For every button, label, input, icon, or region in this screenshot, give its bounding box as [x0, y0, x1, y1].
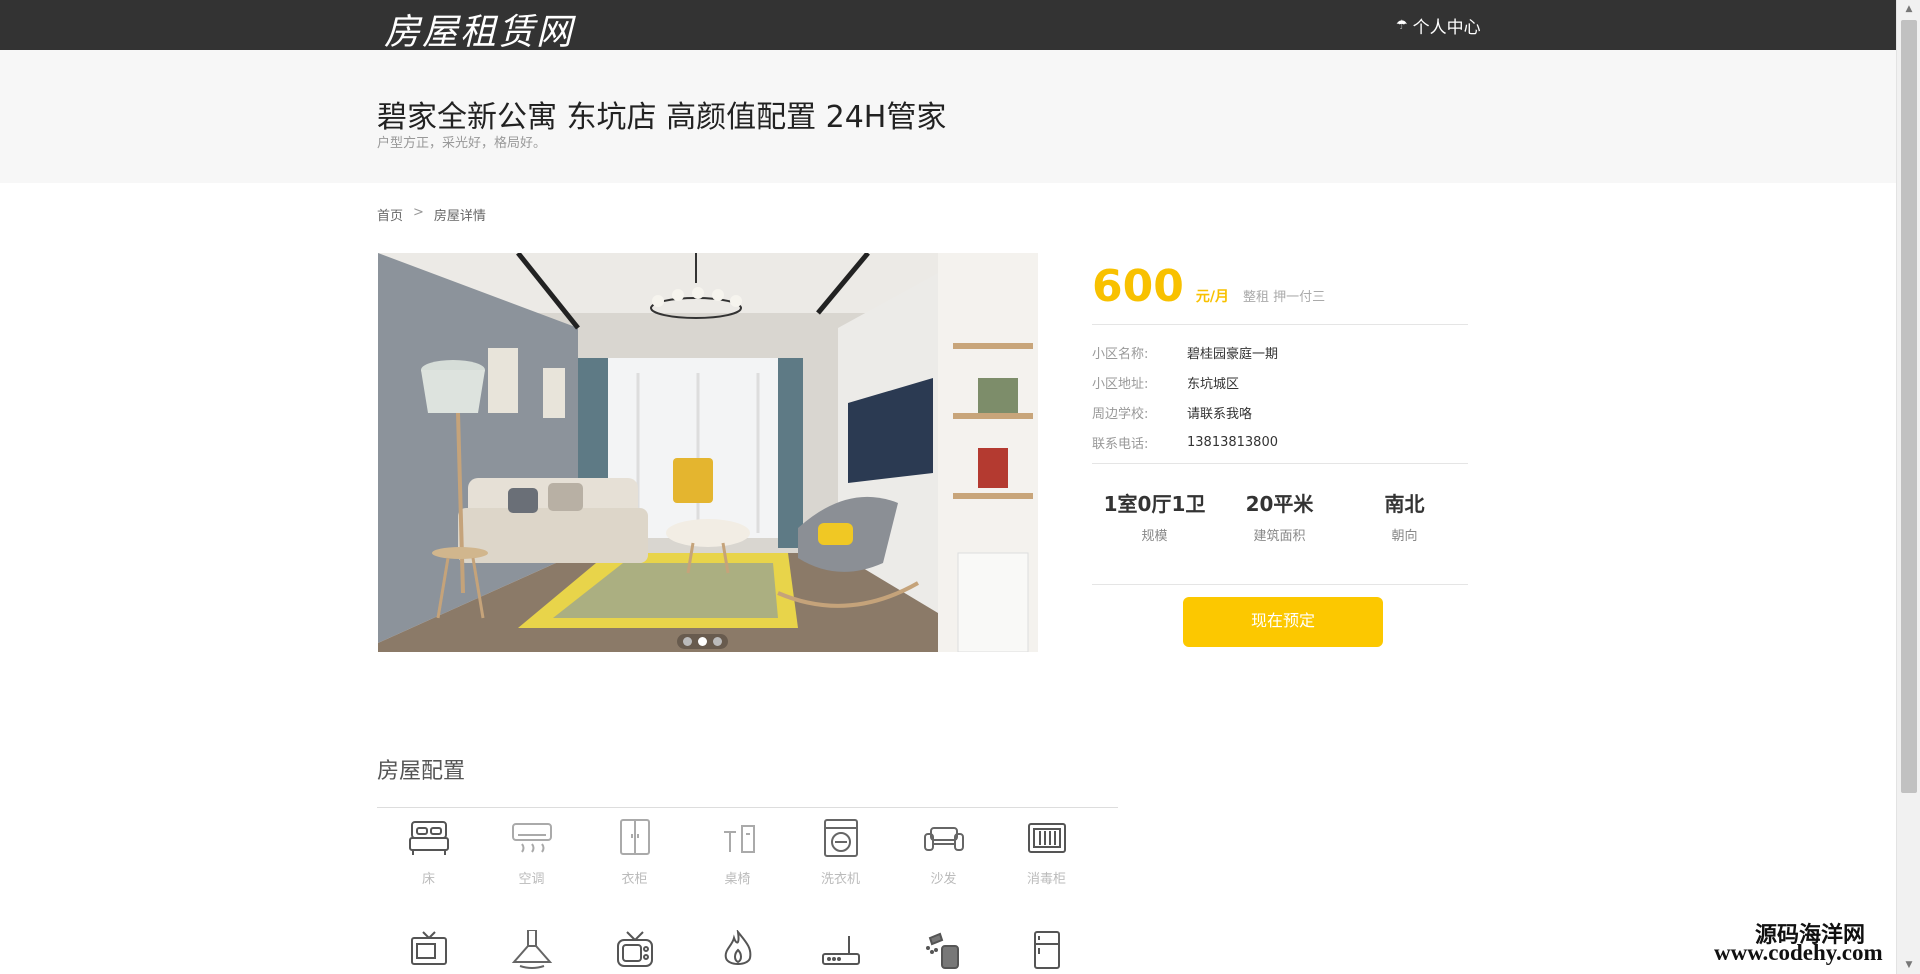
top-navbar: 房屋租赁网 ☂ 个人中心	[0, 0, 1896, 53]
umbrella-icon: ☂	[1396, 18, 1408, 33]
fridge-icon	[1033, 931, 1060, 969]
user-center-label[interactable]: 个人中心	[1413, 13, 1481, 38]
amenity-item: 空调	[480, 818, 583, 887]
amenity-item	[377, 930, 480, 970]
title-band	[0, 50, 1896, 183]
amenity-item	[480, 930, 583, 970]
air-conditioner-icon	[511, 823, 552, 853]
tv-icon	[410, 931, 447, 965]
water-heater-icon	[925, 932, 959, 969]
breadcrumb-separator: >	[413, 205, 424, 220]
listing-detail-panel: 600 元/月 整租 押一付三 小区名称: 碧桂园豪庭一期 小区地址: 东坑城区…	[1092, 253, 1468, 647]
amenity-item: 洗衣机	[789, 818, 892, 887]
gas-fire-icon	[724, 930, 751, 965]
amenity-label: 消毒柜	[1026, 872, 1066, 887]
stat-label: 规模	[1141, 529, 1168, 544]
stat-value: 南北	[1384, 492, 1425, 516]
scroll-down-arrow-icon[interactable]: ▼	[1897, 956, 1920, 974]
sofa-icon	[923, 827, 964, 851]
info-list: 小区名称: 碧桂园豪庭一期 小区地址: 东坑城区 周边学校: 请联系我咯 联系电…	[1092, 325, 1468, 464]
config-section-title: 房屋配置	[377, 759, 466, 784]
amenity-label: 空调	[518, 872, 545, 887]
stat-value: 1室0厅1卫	[1103, 492, 1206, 516]
info-row: 联系电话: 13813813800	[1092, 427, 1468, 457]
carousel-dot-3[interactable]	[713, 637, 722, 646]
breadcrumb: 首页 > 房屋详情	[377, 205, 486, 224]
amenity-item: 桌椅	[686, 818, 789, 887]
amenity-label: 洗衣机	[820, 872, 860, 887]
amenity-item	[995, 930, 1098, 970]
stat-area: 20平米 建筑面积	[1217, 488, 1342, 584]
breadcrumb-home-link[interactable]: 首页	[377, 205, 403, 224]
stat-label: 朝向	[1391, 529, 1418, 544]
amenity-item: 沙发	[892, 818, 995, 887]
stat-value: 20平米	[1245, 492, 1314, 516]
router-icon	[821, 936, 860, 965]
amenity-item: 衣柜	[583, 818, 686, 887]
stat-orientation: 南北 朝向	[1342, 488, 1467, 584]
listing-subtitle: 户型方正，采光好，格局好。	[377, 136, 547, 151]
stat-layout: 1室0厅1卫 规模	[1092, 488, 1217, 584]
section-divider	[377, 807, 1118, 808]
user-center-link[interactable]: ☂ 个人中心	[1396, 13, 1481, 38]
carousel-dot-2[interactable]	[698, 637, 707, 646]
scrollbar-thumb[interactable]	[1901, 20, 1917, 793]
living-room-photo	[378, 253, 1038, 652]
info-row: 周边学校: 请联系我咯	[1092, 397, 1468, 427]
page: 房屋租赁网 ☂ 个人中心 ▲ ▼ 碧家全新公寓 东坑店 高颜值配置 24H管家 …	[0, 0, 1920, 974]
amenity-item	[789, 930, 892, 970]
bed-icon	[408, 821, 449, 855]
watermark-url: www.codehy.com	[1714, 940, 1883, 965]
amenity-item	[892, 930, 995, 970]
page-scrollbar[interactable]: ▲ ▼	[1896, 0, 1920, 974]
info-value: 碧桂园豪庭一期	[1187, 346, 1279, 362]
info-key: 联系电话:	[1092, 436, 1149, 452]
amenity-item: 消毒柜	[995, 818, 1098, 887]
info-value: 东坑城区	[1187, 376, 1240, 392]
info-value: 请联系我咯	[1187, 406, 1253, 422]
site-logo[interactable]: 房屋租赁网	[384, 3, 574, 55]
book-now-button[interactable]: 现在预定	[1183, 597, 1383, 647]
info-row: 小区地址: 东坑城区	[1092, 367, 1468, 397]
price-unit: 元/月	[1195, 289, 1229, 305]
info-key: 小区名称:	[1092, 346, 1149, 362]
listing-title: 碧家全新公寓 东坑店 高颜值配置 24H管家	[377, 100, 947, 135]
info-value: 13813813800	[1187, 434, 1278, 450]
amenity-label: 桌椅	[724, 872, 751, 887]
amenity-label: 衣柜	[621, 872, 648, 887]
breadcrumb-current: 房屋详情	[433, 209, 486, 224]
cable-tv-icon	[616, 931, 653, 967]
carousel-indicators	[677, 634, 728, 649]
info-key: 小区地址:	[1092, 376, 1149, 392]
info-row: 小区名称: 碧桂园豪庭一期	[1092, 337, 1468, 367]
wardrobe-icon	[619, 819, 650, 855]
amenity-item	[583, 930, 686, 970]
price-terms: 整租 押一付三	[1242, 290, 1326, 305]
price-amount: 600	[1092, 261, 1184, 312]
price-row: 600 元/月 整租 押一付三	[1092, 253, 1468, 325]
sterilizer-icon	[1027, 823, 1066, 853]
amenity-item	[686, 930, 789, 970]
amenity-label: 沙发	[930, 872, 957, 887]
stat-label: 建筑面积	[1253, 529, 1306, 544]
amenity-item: 床	[377, 818, 480, 887]
room-stats: 1室0厅1卫 规模 20平米 建筑面积 南北 朝向	[1092, 464, 1468, 585]
scroll-up-arrow-icon[interactable]: ▲	[1897, 0, 1920, 18]
photo-carousel[interactable]	[378, 253, 1038, 652]
washing-machine-icon	[823, 819, 858, 857]
carousel-dot-1[interactable]	[683, 637, 692, 646]
amenity-label: 床	[421, 872, 435, 887]
desk-chair-icon	[723, 825, 755, 853]
info-key: 周边学校:	[1092, 406, 1149, 422]
range-hood-icon	[511, 930, 552, 969]
